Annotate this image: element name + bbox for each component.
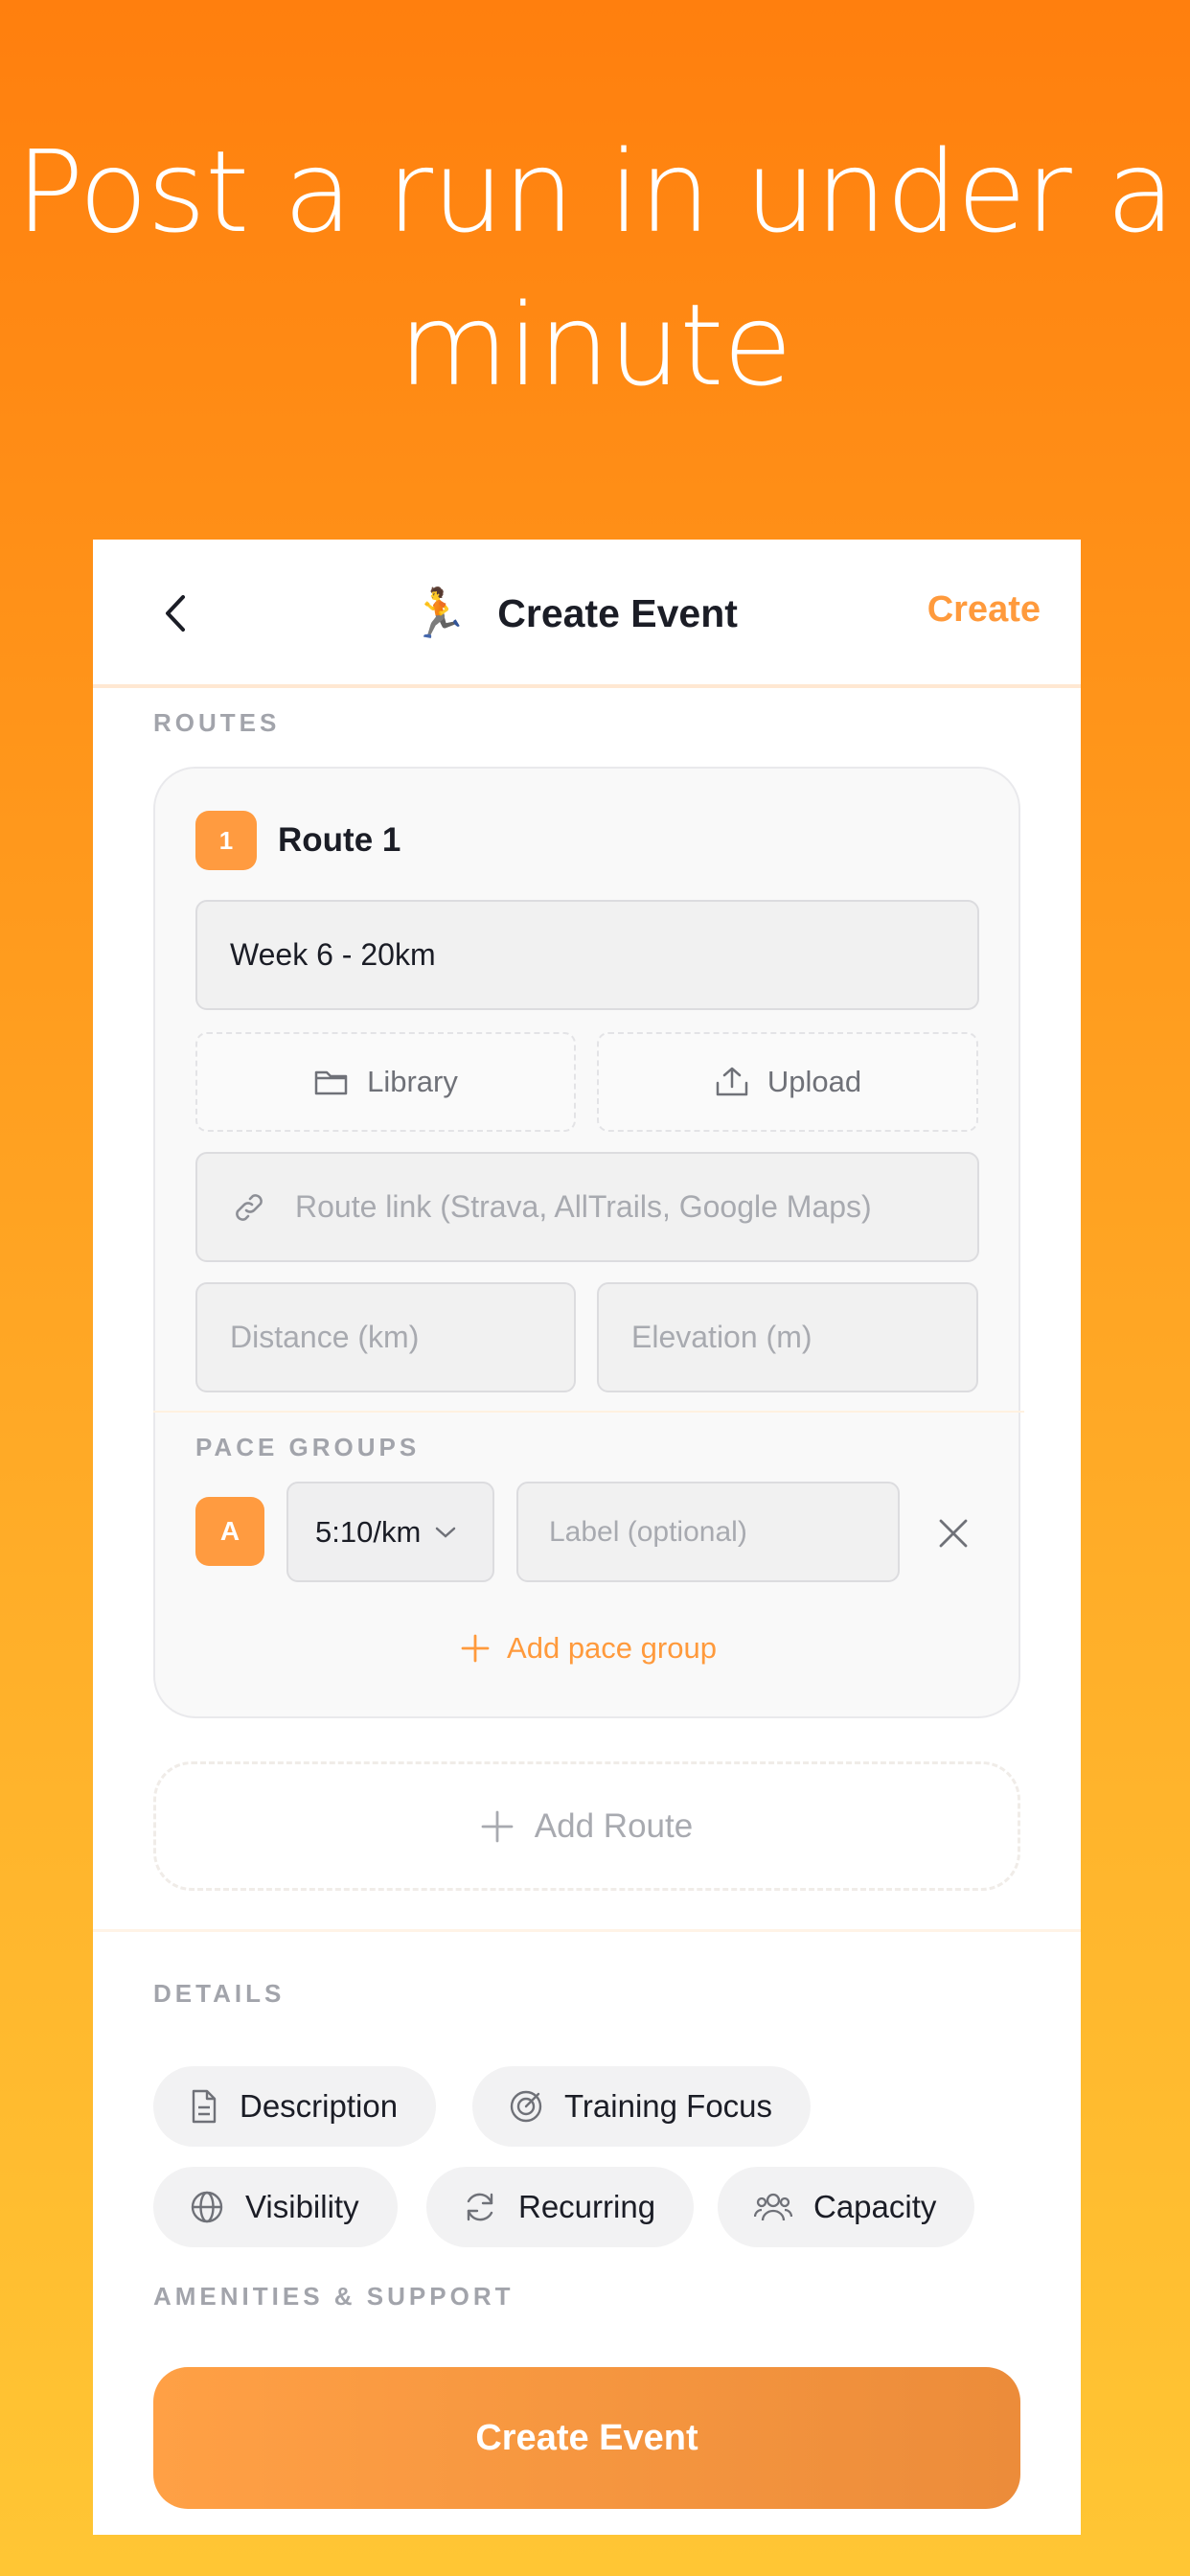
add-route-label: Add Route xyxy=(534,1806,694,1845)
elevation-placeholder: Elevation (m) xyxy=(631,1320,812,1354)
route-link-input[interactable]: Route link (Strava, AllTrails, Google Ma… xyxy=(195,1152,979,1262)
pace-label-placeholder: Label (optional) xyxy=(549,1515,747,1548)
route-card-divider xyxy=(153,1411,1024,1413)
back-chevron-icon[interactable] xyxy=(156,589,195,637)
runner-icon: 🏃 xyxy=(409,586,469,640)
nav-title-group: 🏃 Create Event xyxy=(409,580,738,647)
folder-icon xyxy=(314,1070,348,1095)
chevron-down-icon xyxy=(436,1527,456,1538)
upload-label: Upload xyxy=(767,1065,862,1098)
library-label: Library xyxy=(367,1065,458,1098)
amenities-section-label: AMENITIES & SUPPORT xyxy=(153,2282,515,2311)
chip-recurring[interactable]: Recurring xyxy=(426,2167,695,2247)
chip-visibility[interactable]: Visibility xyxy=(153,2167,398,2247)
link-icon xyxy=(236,1193,263,1221)
document-icon xyxy=(192,2089,217,2124)
route-number-badge: 1 xyxy=(195,811,257,870)
refresh-icon xyxy=(467,2193,493,2221)
pace-group-badge: A xyxy=(195,1497,264,1566)
route-title: Route 1 xyxy=(278,821,401,859)
pace-value: 5:10/km xyxy=(315,1514,422,1549)
chip-description[interactable]: Description xyxy=(153,2066,437,2147)
chip-capacity[interactable]: Capacity xyxy=(718,2167,975,2247)
distance-placeholder: Distance (km) xyxy=(230,1320,420,1354)
details-section-label: DETAILS xyxy=(153,1979,286,2008)
close-icon[interactable] xyxy=(938,1518,969,1549)
chip-visibility-label: Visibility xyxy=(245,2189,359,2224)
chip-capacity-label: Capacity xyxy=(813,2189,937,2224)
section-separator xyxy=(93,1929,1081,1932)
upload-button[interactable]: Upload xyxy=(597,1032,978,1132)
nav-bar: 🏃 Create Event Create xyxy=(93,540,1081,688)
library-button[interactable]: Library xyxy=(195,1032,576,1132)
routes-section-label: ROUTES xyxy=(153,708,281,737)
upload-icon xyxy=(716,1067,748,1096)
distance-input[interactable]: Distance (km) xyxy=(195,1282,576,1392)
target-icon xyxy=(510,2090,542,2123)
plus-icon xyxy=(481,1810,514,1842)
create-event-button[interactable]: Create Event xyxy=(153,2367,1020,2509)
add-route-button[interactable]: Add Route xyxy=(153,1761,1020,1891)
chip-description-label: Description xyxy=(240,2088,399,2124)
route-name-input[interactable]: Week 6 - 20km xyxy=(195,900,979,1010)
pace-select[interactable]: 5:10/km xyxy=(286,1482,494,1582)
pace-groups-label: PACE GROUPS xyxy=(195,1433,421,1461)
chip-training-focus-label: Training Focus xyxy=(564,2088,773,2124)
headline: Post a run in under a minute xyxy=(15,126,1175,411)
add-pace-group-button[interactable]: Add pace group xyxy=(155,1631,1022,1666)
elevation-input[interactable]: Elevation (m) xyxy=(597,1282,978,1392)
globe-icon xyxy=(191,2191,223,2223)
route-link-placeholder: Route link (Strava, AllTrails, Google Ma… xyxy=(295,1189,872,1224)
plus-icon xyxy=(461,1634,490,1663)
people-icon xyxy=(754,2193,792,2221)
chip-training-focus[interactable]: Training Focus xyxy=(472,2066,812,2147)
route-card: 1 Route 1 Week 6 - 20km Library Upload R… xyxy=(153,767,1024,1718)
create-button[interactable]: Create xyxy=(927,589,1041,631)
pace-label-input[interactable]: Label (optional) xyxy=(516,1482,900,1582)
create-event-screen: 🏃 Create Event Create ROUTES 1 Route 1 W… xyxy=(93,540,1081,2535)
chip-recurring-label: Recurring xyxy=(518,2189,656,2224)
add-pace-group-label: Add pace group xyxy=(507,1631,717,1665)
page-title: Create Event xyxy=(497,590,738,635)
route-name-value: Week 6 - 20km xyxy=(230,937,436,972)
